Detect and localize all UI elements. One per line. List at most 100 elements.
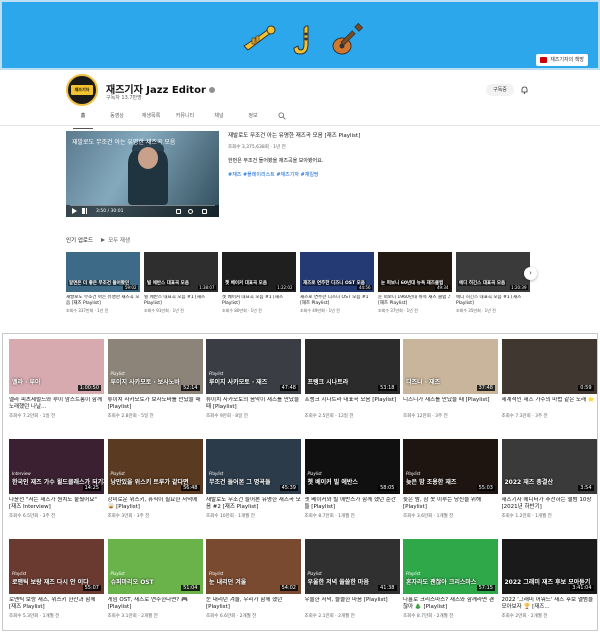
tab-2[interactable]: 재생목록: [134, 111, 168, 125]
settings-icon[interactable]: [188, 209, 193, 214]
video-title[interactable]: 나윤선 "저는 재즈가 원치도 뭍뒀어요" [재즈 Interview]: [9, 497, 104, 511]
fullscreen-icon[interactable]: [202, 209, 207, 214]
video-title[interactable]: 빌 에반스 대표곡 모음 #1 [재즈 Playlist]: [144, 295, 218, 307]
video-thumbnail[interactable]: 멜라 · 루아 1:00:50: [9, 339, 104, 394]
video-thumbnail[interactable]: Interview 한국인 재즈 가수 윌드클래스가 되기까지 14:25: [9, 439, 104, 494]
bookstore-link[interactable]: 재즈기자의 책방: [536, 54, 588, 66]
avatar[interactable]: 재즈기자: [66, 74, 98, 106]
tab-5[interactable]: 정보: [236, 111, 270, 125]
video-title[interactable]: 류이치 사카모토가 보사노바를 만났을 때 [Playlist]: [108, 397, 203, 411]
video-title[interactable]: 프랭크 시나트라 대표곡 모음 [Playlist]: [305, 397, 400, 411]
grid-video-card[interactable]: Playlist 늦은 밤 조용한 재즈 55:03 늦은 밤, 잠 못 이루는 당신…: [403, 439, 498, 519]
tab-4[interactable]: 채널: [202, 111, 236, 125]
grid-video-card[interactable]: 2022 재즈 총결산 3:54 재즈기자 에디터가 추천하는 앨범 10장 [20…: [501, 439, 597, 519]
grid-video-card[interactable]: 프랭크 시나트라 53:18 프랭크 시나트라 대표곡 모음 [Playlist] 조…: [304, 339, 400, 419]
grid-video-card[interactable]: Interview 한국인 재즈 가수 윌드클래스가 되기까지 14:25 나윤선 "…: [9, 439, 104, 519]
video-title[interactable]: 멜라 피츠제럴드와 루이 암스트롱이 함께 노래했던 나날...: [9, 397, 104, 411]
grid-video-card[interactable]: Playlist 혼자라도 괜찮아 크리스마스 57:15 나홀로 크리스마스? 재즈…: [403, 539, 498, 619]
player-progress-bar[interactable]: [70, 205, 215, 206]
popular-video-card[interactable]: 쳇 베이커 대표곡 모음 1:22:02 쳇 베이커 대표곡 모음 #1 [재즈 P…: [222, 252, 296, 314]
video-thumbnail[interactable]: 에디 히긴스 대표곡 모음 1:20:39: [456, 252, 530, 292]
featured-hashtags[interactable]: #재즈 #플레이리스트 #재즈기자 #재일땅: [228, 171, 528, 178]
video-thumbnail[interactable]: Playlist 우울한 저녁 쓸쓸한 마음 41:38: [304, 539, 400, 594]
search-icon[interactable]: [278, 112, 286, 120]
tab-3[interactable]: 커뮤니티: [168, 111, 202, 125]
video-thumbnail[interactable]: Playlist 무조건 들어본 그 명곡들 45:39: [206, 439, 301, 494]
featured-meta: 조회수 3,375,638회 · 1년 전: [228, 145, 286, 150]
video-thumbnail[interactable]: 2022 재즈 총결산 3:54: [501, 439, 597, 494]
subscribe-button[interactable]: 구독중: [486, 84, 514, 96]
grid-video-card[interactable]: Playlist 슈퍼마리오 OST 51:04 게임 OST, 재즈로 연주한다면?…: [107, 539, 203, 619]
video-title[interactable]: 디즈니가 재즈를 만났을 때 [Playlist]: [403, 397, 498, 411]
video-thumbnail[interactable]: Playlist 혼자라도 괜찮아 크리스마스 57:15: [403, 539, 498, 594]
video-title[interactable]: 재즈기자 에디터가 추천하는 앨범 10장 [2021년 하반기]: [502, 497, 597, 511]
video-title[interactable]: 재발로도 무조건 아는 유명한 재즈곡 모음 [재즈 Playlist]: [66, 295, 140, 307]
video-meta: 조회수 8.7만회 · 2개월 전: [403, 614, 454, 619]
video-thumbnail[interactable]: Playlist 쳇 베이커 빌 에반스 58:05: [304, 439, 400, 494]
captions-icon[interactable]: [176, 209, 181, 214]
video-thumbnail[interactable]: 알면은 더 좋은 무조건 들어봤던 59:02: [66, 252, 140, 292]
video-thumbnail[interactable]: 빌 에반스 대표곡 모음 1:38:07: [144, 252, 218, 292]
next-icon[interactable]: [82, 208, 87, 214]
video-title[interactable]: 재발로도 무조건 들어본 유명한 재즈곡 모음 #2 [재즈 Playlist]: [206, 497, 301, 511]
saxophone-icon: [293, 25, 309, 55]
video-title[interactable]: 세계적인 재즈 가수의 마법 같은 노래 ⭐: [502, 397, 597, 411]
video-thumbnail[interactable]: 디즈니 · 재즈 37:48: [403, 339, 498, 394]
video-title[interactable]: 재즈로 연주한 디즈니 OST 모음 #1 [재즈 Playlist]: [300, 295, 374, 307]
grid-video-card[interactable]: Playlist 쳇 베이커 빌 에반스 58:05 쳇 베이커와 빌 에반스가 함께…: [304, 439, 400, 519]
grid-video-card[interactable]: Playlist 눈 내리던 겨울 54:02 눈 내리던 겨울, 우리가 함께 했던…: [206, 539, 301, 619]
grid-video-card[interactable]: Playlist 낭만있을 위스키 트루가 같다면 56:48 강미로운 위스키, 휴…: [107, 439, 203, 519]
video-thumbnail[interactable]: Playlist 로맨틱 보랑 재즈 다시 안 이다 55:07: [9, 539, 104, 594]
video-title[interactable]: 에디 히긴스 대표곡 모음 #1 [재즈 Playlist]: [456, 295, 530, 307]
video-title[interactable]: 늦은 밤, 잠 못 이루는 당신을 위해 [Playlist]: [403, 497, 498, 511]
video-thumbnail[interactable]: 0:59: [501, 339, 597, 394]
video-thumbnail[interactable]: 눈 떠보니 60년대 뉴욕 재즈클럽 49:34: [378, 252, 452, 292]
bell-icon[interactable]: [521, 86, 528, 94]
grid-video-card[interactable]: Playlist 루이지 사카모토 · 재즈 47:48 류이치 사카모토의 음악이 …: [206, 339, 301, 419]
featured-title[interactable]: 재발로도 무조건 아는 유명한 재즈곡 모음 [재즈 Playlist]: [228, 131, 528, 139]
tab-1[interactable]: 동영상: [100, 111, 134, 125]
player-overlay-title: 재발로도 무조건 아는 유명한 재즈곡 모음: [72, 139, 176, 146]
video-thumbnail[interactable]: Playlist 낭만있을 위스키 트루가 같다면 56:48: [107, 439, 203, 494]
grid-video-card[interactable]: 멜라 · 루아 1:00:50 멜라 피츠제럴드와 루이 암스트롱이 함께 노래했던…: [9, 339, 104, 419]
grid-video-card[interactable]: Playlist 우울한 저녁 쓸쓸한 마음 41:38 우울한 저녁, 쓸쓸한 마음…: [304, 539, 400, 619]
video-thumbnail[interactable]: Playlist 슈퍼마리오 OST 51:04: [107, 539, 203, 594]
play-icon[interactable]: [72, 208, 77, 214]
video-title[interactable]: 눈 떠보니 1960년대 뉴욕 재즈 클럽 ♪ [재즈 Playlist]: [378, 295, 452, 307]
thumbnail-caption: 혼자라도 괜찮아 크리스마스: [406, 579, 477, 586]
popular-video-card[interactable]: 빌 에반스 대표곡 모음 1:38:07 빌 에반스 대표곡 모음 #1 [재즈 P…: [144, 252, 218, 314]
video-title[interactable]: 로맨틱 보랑 재즈, 위스키 한잔과 함께 [재즈 Playlist]: [9, 597, 104, 611]
tab-0[interactable]: 홈: [66, 111, 100, 129]
video-title[interactable]: 쳇 베이커 대표곡 모음 #1 [재즈 Playlist]: [222, 295, 296, 307]
video-thumbnail[interactable]: 2022 그래미 재즈 후보 모아듣기 3:41:04: [501, 539, 597, 594]
grid-video-card[interactable]: Playlist 무조건 들어본 그 명곡들 45:39 재발로도 무조건 들어본 유…: [206, 439, 301, 519]
video-title[interactable]: 2022 '그래미 어워드' 재즈 후보 앨범을 모아보자 🏆 [재즈...: [502, 597, 597, 611]
popular-video-card[interactable]: 재즈로 연주한 디즈니 OST 모음 44:56 재즈로 연주한 디즈니 OST 모…: [300, 252, 374, 314]
video-thumbnail[interactable]: 프랭크 시나트라 53:18: [304, 339, 400, 394]
video-title[interactable]: 류이치 사카모토의 음악이 재즈를 만났을 때 [Playlist]: [206, 397, 301, 411]
video-title[interactable]: 쳇 베이커와 빌 에반스가 함께 했던 순간들 [Playlist]: [305, 497, 400, 511]
video-thumbnail[interactable]: Playlist 루이지 사카모토 · 재즈 47:48: [206, 339, 301, 394]
featured-video-player[interactable]: 재발로도 무조건 아는 유명한 재즈곡 모음 3:50 / 30:01: [66, 131, 219, 217]
grid-video-card[interactable]: Playlist 로맨틱 보랑 재즈 다시 안 이다 55:07 로맨틱 보랑 재즈,…: [9, 539, 104, 619]
grid-video-card[interactable]: 디즈니 · 재즈 37:48 디즈니가 재즈를 만났을 때 [Playlist] 조회…: [403, 339, 498, 419]
popular-video-card[interactable]: 알면은 더 좋은 무조건 들어봤던 59:02 재발로도 무조건 아는 유명한 재즈…: [66, 252, 140, 314]
popular-title: 인기 업로드: [66, 238, 94, 244]
video-thumbnail[interactable]: 재즈로 연주한 디즈니 OST 모음 44:56: [300, 252, 374, 292]
play-all-button[interactable]: 모두 재생: [101, 236, 130, 244]
video-title[interactable]: 나홀로 크리스마스? 재즈와 함께라면 괜찮아 🎄 [Playlist]: [403, 597, 498, 611]
video-thumbnail[interactable]: 쳇 베이커 대표곡 모음 1:22:02: [222, 252, 296, 292]
popular-video-card[interactable]: 에디 히긴스 대표곡 모음 1:20:39 에디 히긴스 대표곡 모음 #1 [재즈…: [456, 252, 530, 314]
shelf-next-arrow[interactable]: ›: [524, 267, 537, 280]
grid-video-card[interactable]: Playlist 루이지 사카모토 · 보사노바 52:14 류이치 사카모토가 보사…: [107, 339, 203, 419]
video-title[interactable]: 게임 OST, 재즈로 연주한다면? 🎮 [Playlist]: [108, 597, 203, 611]
grid-video-card[interactable]: 0:59 세계적인 재즈 가수의 마법 같은 노래 ⭐ 조회수 7.3만회 · 3주…: [501, 339, 597, 419]
video-title[interactable]: 우울한 저녁, 쓸쓸한 마음 [Playlist]: [305, 597, 400, 611]
video-title[interactable]: 눈 내리던 겨울, 우리가 함께 했던 [Playlist]: [206, 597, 301, 611]
video-title[interactable]: 강미로운 위스키, 휴식이 필요한 저녁에 🥃 [Playlist]: [108, 497, 203, 511]
popular-video-card[interactable]: 눈 떠보니 60년대 뉴욕 재즈클럽 49:34 눈 떠보니 1960년대 뉴욕 재…: [378, 252, 452, 314]
video-thumbnail[interactable]: Playlist 눈 내리던 겨울 54:02: [206, 539, 301, 594]
grid-video-card[interactable]: 2022 그래미 재즈 후보 모아듣기 3:41:04 2022 '그래미 어워드'…: [501, 539, 597, 619]
video-thumbnail[interactable]: Playlist 늦은 밤 조용한 재즈 55:03: [403, 439, 498, 494]
video-thumbnail[interactable]: Playlist 루이지 사카모토 · 보사노바 52:14: [107, 339, 203, 394]
